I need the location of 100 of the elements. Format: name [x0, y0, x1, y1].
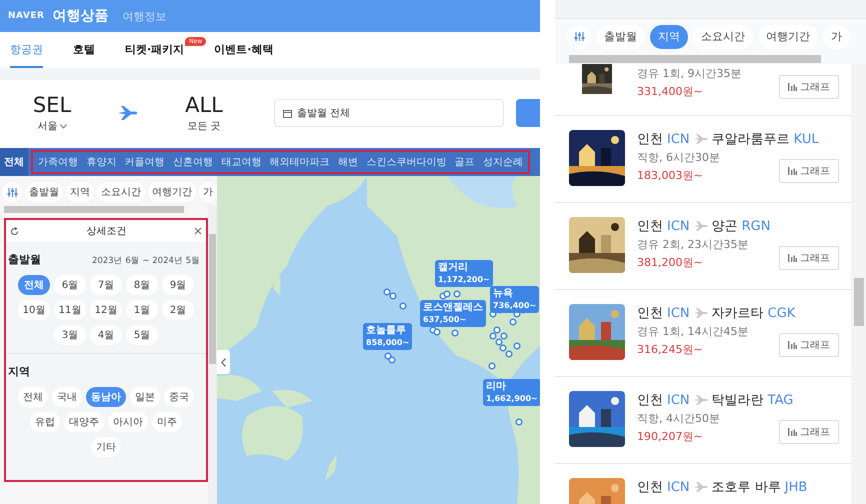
flight-duration: 경유 2회, 23시간35분 — [637, 237, 748, 252]
category-tab[interactable]: 골프 — [452, 155, 478, 169]
destination-city: 탁빌라란 — [712, 392, 764, 409]
filter-chip[interactable]: 지역 — [66, 182, 94, 202]
panel-title: 상세조건 — [86, 225, 126, 238]
filter-chip[interactable]: 가 — [823, 24, 850, 48]
option-chip[interactable]: 9월 — [162, 275, 194, 295]
filter-chip[interactable]: 소요시간 — [97, 182, 145, 202]
date-field[interactable]: 출발월 전체 — [274, 99, 504, 127]
nav-tab[interactable]: 티켓·패키지 — [125, 32, 184, 68]
service-title: 여행상품 — [52, 7, 108, 25]
category-tab[interactable]: 성지순례 — [480, 155, 526, 169]
filter-button[interactable] — [567, 24, 591, 48]
map-marker[interactable]: 뉴욕 736,400~ — [490, 286, 540, 312]
option-chip[interactable]: 11월 — [54, 300, 86, 320]
bar-chart-icon — [788, 254, 797, 262]
refresh-icon[interactable] — [10, 226, 19, 236]
bar-chart-icon — [788, 428, 797, 436]
origin-code: SEL — [32, 93, 72, 117]
map-marker[interactable]: 호놀룰루 858,000~ — [363, 323, 412, 350]
option-chip[interactable]: 전체 — [18, 387, 48, 407]
option-chip[interactable]: 12월 — [90, 300, 122, 320]
option-chip[interactable]: 6월 — [54, 275, 86, 295]
option-chip[interactable]: 중국 — [164, 387, 194, 407]
destination-city: 양곤 — [712, 218, 738, 235]
category-tab[interactable]: 태교여행 — [218, 155, 264, 169]
category-tab[interactable]: 가족여행 — [35, 155, 81, 169]
flight-duration: 직항, 4시간50분 — [637, 411, 720, 426]
option-chip[interactable]: 8월 — [126, 275, 158, 295]
airport-code: ICN — [667, 392, 690, 408]
airport-code: ICN — [667, 218, 690, 234]
option-chip[interactable]: 기타 — [91, 437, 121, 457]
option-chip[interactable]: 10월 — [18, 300, 50, 320]
collapse-button[interactable] — [217, 350, 230, 374]
option-chip[interactable]: 7월 — [90, 275, 122, 295]
date-range: 2023년 6월 ~ 2024년 5월 — [92, 255, 201, 267]
category-tab[interactable]: 전체 — [0, 148, 28, 176]
graph-button[interactable]: 그래프 — [779, 420, 839, 444]
origin-city: 인천 — [637, 479, 663, 496]
graph-button[interactable]: 그래프 — [779, 159, 839, 183]
fare-price: 190,207원~ — [637, 429, 704, 444]
airport-code: JHB — [784, 480, 808, 494]
filter-chip[interactable]: 출발월 — [25, 182, 63, 202]
flight-duration: 직항, 6시간30분 — [637, 150, 720, 165]
option-chip[interactable]: 3월 — [54, 325, 86, 345]
filter-chip[interactable]: 가 — [199, 182, 217, 202]
destination-city: 자카르타 — [712, 305, 764, 322]
filter-chip[interactable]: 여행기간 — [148, 182, 196, 202]
calendar-icon — [283, 108, 292, 118]
category-tab[interactable]: 커플여행 — [122, 155, 168, 169]
origin-city: 인천 — [637, 392, 663, 409]
map-marker[interactable]: 리마 1,662,900~ — [483, 379, 540, 406]
filter-chip[interactable]: 소요시간 — [693, 24, 753, 48]
fare-price: 381,200원~ — [637, 255, 704, 270]
option-chip[interactable]: 1월 — [126, 300, 158, 320]
category-tab[interactable]: 스킨스쿠버다이빙 — [363, 155, 450, 169]
plane-icon — [694, 395, 708, 405]
option-chip[interactable]: 국내 — [52, 387, 82, 407]
option-chip[interactable]: 일본 — [130, 387, 160, 407]
map-marker[interactable]: 로스앤젤레스 637,500~ — [420, 300, 486, 326]
filter-button[interactable] — [2, 182, 22, 202]
category-tab[interactable]: 해변 — [334, 155, 361, 169]
option-chip[interactable]: 아시아 — [108, 412, 148, 432]
naver-logo: NAVER — [8, 11, 44, 21]
option-chip[interactable]: 2월 — [162, 300, 194, 320]
bar-chart-icon — [788, 341, 797, 349]
chevron-down-icon — [60, 124, 66, 128]
nav-tab[interactable]: 이벤트·혜택 — [214, 32, 274, 68]
option-chip[interactable]: 5월 — [126, 325, 158, 345]
destination-name: 모든 곳 — [187, 120, 221, 133]
airport-code: KUL — [794, 132, 819, 146]
graph-button[interactable]: 그래프 — [779, 333, 839, 357]
origin-city: 인천 — [637, 305, 663, 322]
origin-city: 인천 — [637, 131, 663, 148]
airport-code: RGN — [742, 218, 770, 234]
fare-price: 183,003원~ — [637, 168, 704, 183]
category-tab[interactable]: 휴양지 — [83, 155, 120, 169]
plane-icon — [694, 221, 708, 231]
airport-code: ICN — [667, 480, 690, 494]
filter-icon — [6, 186, 18, 198]
map-marker[interactable]: 캘거리 1,172,200~ — [435, 260, 493, 286]
origin-city: 인천 — [637, 218, 663, 235]
option-chip[interactable]: 대양주 — [64, 412, 104, 432]
option-chip[interactable]: 4월 — [90, 325, 122, 345]
graph-button[interactable]: 그래프 — [779, 75, 839, 99]
filter-chip[interactable]: 여행기간 — [758, 24, 818, 48]
plane-icon — [694, 482, 708, 492]
category-tab[interactable]: 신혼여행 — [170, 155, 216, 169]
category-tab[interactable]: 해외테마파크 — [266, 155, 333, 169]
airport-code: ICN — [667, 306, 690, 320]
filter-chip[interactable]: 출발월 — [596, 24, 645, 48]
option-chip[interactable]: 미주 — [152, 412, 182, 432]
graph-button[interactable]: 그래프 — [779, 246, 839, 270]
close-icon[interactable] — [194, 227, 202, 235]
nav-tab[interactable]: 호텔 — [73, 32, 95, 68]
destination-code: ALL — [185, 93, 223, 117]
section-title: 출발월 — [8, 252, 41, 267]
option-chip[interactable]: 유럽 — [30, 412, 60, 432]
plane-icon — [694, 308, 708, 318]
origin-name: 서울 — [38, 120, 58, 133]
